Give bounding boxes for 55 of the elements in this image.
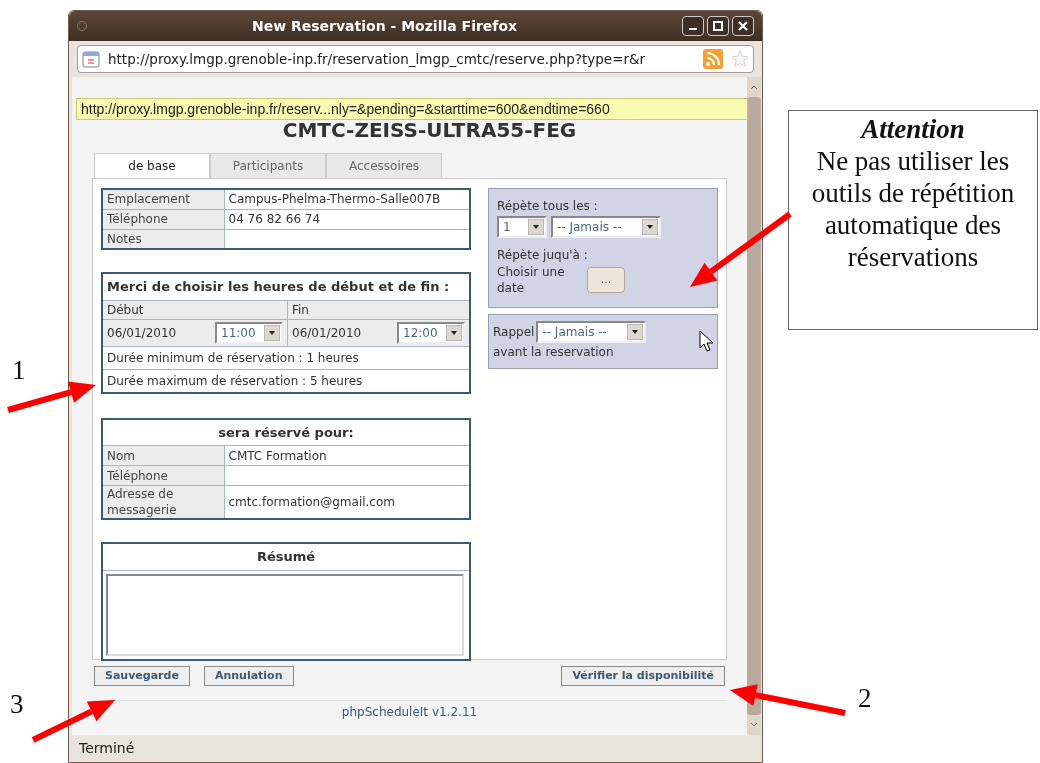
start-label: Début <box>103 300 288 319</box>
field-label: Téléphone <box>102 465 224 486</box>
close-icon[interactable] <box>732 16 754 36</box>
time-title: Merci de choisir les heures de début et de fin : <box>103 274 469 301</box>
url-tooltip: http://proxy.lmgp.grenoble-inp.fr/reserv...nly=&pending=&starttime=600&endtime=660 <box>76 98 748 120</box>
window-title: New Reservation - Mozilla Firefox <box>250 16 519 36</box>
calendar-icon <box>82 50 100 68</box>
interval-select[interactable]: 1 <box>497 216 547 238</box>
reminder-label: Rappel <box>493 324 535 341</box>
date-picker-button[interactable]: ... <box>587 267 625 293</box>
field-label: Téléphone <box>102 209 224 229</box>
min-duration: Durée minimum de réservation : 1 heures <box>103 346 469 370</box>
summary-input[interactable] <box>106 573 464 656</box>
step-number: 1 <box>12 354 26 387</box>
step-number: 3 <box>10 688 24 721</box>
field-label: Nom <box>102 445 224 466</box>
field-label: Notes <box>102 229 224 249</box>
tab[interactable]: Accessoires <box>326 153 442 178</box>
rss-icon[interactable] <box>703 49 723 69</box>
end-label: Fin <box>291 301 310 319</box>
repeat-until-label: Répète juqu'à : <box>497 247 589 264</box>
mouse-pointer-icon <box>699 330 715 352</box>
max-duration: Durée maximum de réservation : 5 heures <box>106 372 364 390</box>
caret-icon <box>446 324 462 341</box>
action-button[interactable]: Vérifier la disponibilité <box>561 666 725 686</box>
note-title: Attention <box>861 113 965 145</box>
star-icon[interactable] <box>731 50 749 68</box>
start-time-select[interactable]: 11:00 <box>215 321 283 344</box>
caret-icon <box>264 324 280 341</box>
summary-title: Résumé <box>103 544 469 571</box>
frequency-select[interactable]: -- Jamais -- <box>551 216 661 238</box>
address-bar[interactable]: http://proxy.lmgp.grenoble-inp.fr/reservation_lmgp_cmtc/reserve.php?type=r&r <box>77 45 754 73</box>
resource-heading: CMTC-ZEISS-ULTRA55-FEG <box>281 117 578 144</box>
caret-icon <box>528 219 544 235</box>
maximize-icon[interactable] <box>707 16 729 36</box>
minimize-icon[interactable] <box>682 16 704 36</box>
start-date: 06/01/2010 <box>107 324 177 342</box>
note-text: Ne pas utiliser les outils de répétition automatique des réservations <box>810 145 1016 273</box>
caret-icon <box>627 324 644 340</box>
reminder-suffix: avant la reservation <box>493 344 615 361</box>
status-text: Terminé <box>79 739 135 758</box>
end-date: 06/01/2010 <box>292 324 362 342</box>
field-label: Adresse de messagerie <box>102 485 224 519</box>
url-text: http://proxy.lmgp.grenoble-inp.fr/reservation_lmgp_cmtc/reserve.php?type=r&r <box>108 49 647 69</box>
tab[interactable]: de base <box>94 153 210 178</box>
choose-date-text: Choisir une date <box>497 264 566 296</box>
step-number: 2 <box>858 682 872 715</box>
action-button[interactable]: Annulation <box>203 666 294 686</box>
end-time-select[interactable]: 12:00 <box>397 321 465 344</box>
caret-icon <box>642 219 658 235</box>
action-button[interactable]: Sauvegarde <box>94 666 190 686</box>
repeat-every-label: Répète tous les : <box>497 198 599 215</box>
reminder-select[interactable]: -- Jamais -- <box>536 321 647 343</box>
tab[interactable]: Participants <box>210 153 326 178</box>
field-label: Emplacement <box>102 189 224 209</box>
